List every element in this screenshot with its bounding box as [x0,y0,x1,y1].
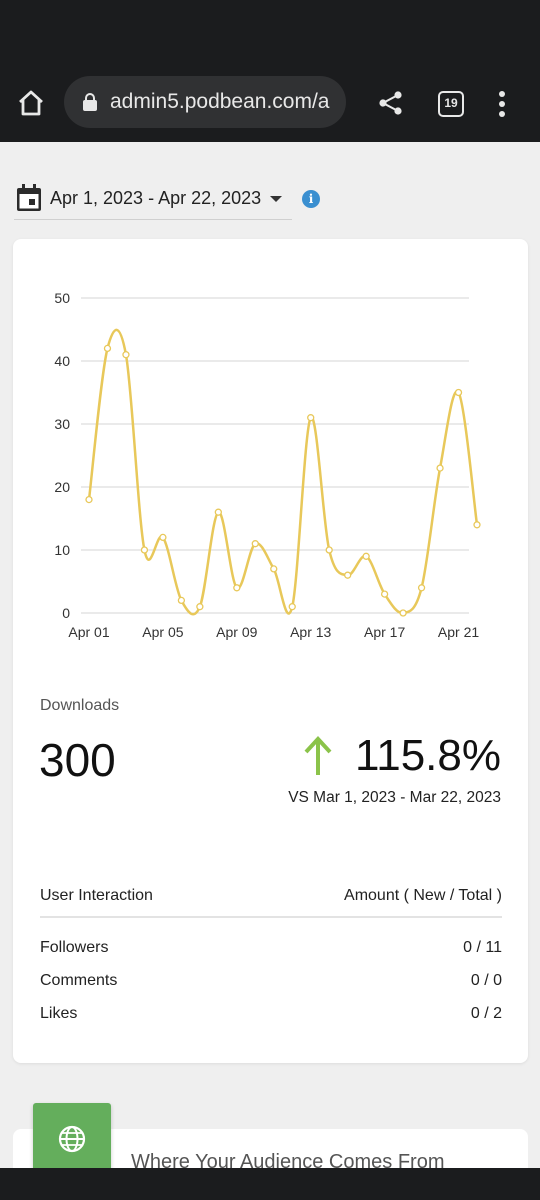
data-point [233,584,241,592]
interaction-row-followers: Followers 0 / 11 [40,939,502,969]
amount-column-title: Amount ( New / Total ) [344,887,502,904]
user-interaction-header: User Interaction Amount ( New / Total ) [40,882,502,918]
arrow-up-icon [304,736,332,775]
dropdown-caret-icon [270,196,282,202]
user-interaction-title: User Interaction [40,887,153,904]
url-text: admin5.podbean.com/a [110,90,330,113]
address-bar[interactable]: admin5.podbean.com/a [64,76,346,128]
date-range-text: Apr 1, 2023 - Apr 22, 2023 [50,188,262,208]
data-point [140,546,149,554]
row-value: 0 / 2 [470,1005,502,1022]
downloads-label: Downloads [40,697,120,714]
data-point [399,609,407,617]
x-tick-label: Apr 17 [364,624,405,640]
calendar-icon [17,184,41,211]
x-tick-label: Apr 21 [438,624,479,640]
downloads-card: 0 10 20 30 40 50 Apr 01 Apr 05 Apr 09 Apr 13 Apr 1… [13,239,528,1063]
y-tick-label: 40 [54,353,70,369]
downloads-change-percent: 115.8% [355,731,501,780]
data-point [85,495,93,504]
x-tick-label: Apr 09 [216,624,257,640]
data-point [380,590,389,598]
downloads-line-chart: 0 10 20 30 40 50 Apr 01 Apr 05 Apr 09 Apr 13 Apr 1… [54,290,481,640]
data-point [454,388,463,397]
y-tick-label: 10 [54,542,70,558]
info-icon[interactable]: i [302,190,320,208]
x-tick-label: Apr 13 [290,624,331,640]
system-navigation-bar [0,1168,540,1200]
home-icon[interactable] [16,88,46,118]
data-point [177,596,186,605]
y-tick-label: 20 [54,479,70,495]
row-label: Likes [40,1005,78,1022]
data-point [103,344,112,353]
data-point [473,521,481,529]
more-options-icon[interactable] [496,90,508,118]
data-point [251,540,259,548]
y-tick-label: 30 [54,416,70,432]
data-point [362,552,370,560]
x-tick-label: Apr 05 [142,624,183,640]
data-point [159,533,167,542]
date-range-picker[interactable]: Apr 1, 2023 - Apr 22, 2023 [14,180,292,220]
data-point [307,414,315,422]
interaction-row-likes: Likes 0 / 2 [40,1005,502,1035]
x-tick-label: Apr 01 [68,624,109,640]
lock-icon [83,93,97,111]
interaction-row-comments: Comments 0 / 0 [40,972,502,1002]
data-point [214,508,222,516]
globe-icon [58,1125,86,1153]
downloads-compare-period: VS Mar 1, 2023 - Mar 22, 2023 [288,789,501,806]
row-label: Comments [40,972,118,989]
downloads-total: 300 [39,734,116,786]
data-point [288,603,296,611]
status-bar [0,0,540,60]
data-point [325,546,333,554]
data-point [436,464,444,472]
tab-switcher-button[interactable]: 19 [438,91,464,117]
share-icon[interactable] [378,90,404,116]
y-tick-label: 50 [54,290,70,306]
row-value: 0 / 0 [470,972,502,989]
data-point [344,571,352,579]
data-point [270,565,278,573]
row-value: 0 / 11 [463,939,502,956]
data-point [417,584,426,592]
audience-globe-button[interactable] [33,1103,111,1173]
row-label: Followers [40,939,109,956]
y-tick-label: 0 [62,605,70,621]
browser-toolbar: admin5.podbean.com/a 19 [0,60,540,142]
data-point [196,603,204,611]
data-point [122,351,130,359]
series-line [87,328,479,616]
